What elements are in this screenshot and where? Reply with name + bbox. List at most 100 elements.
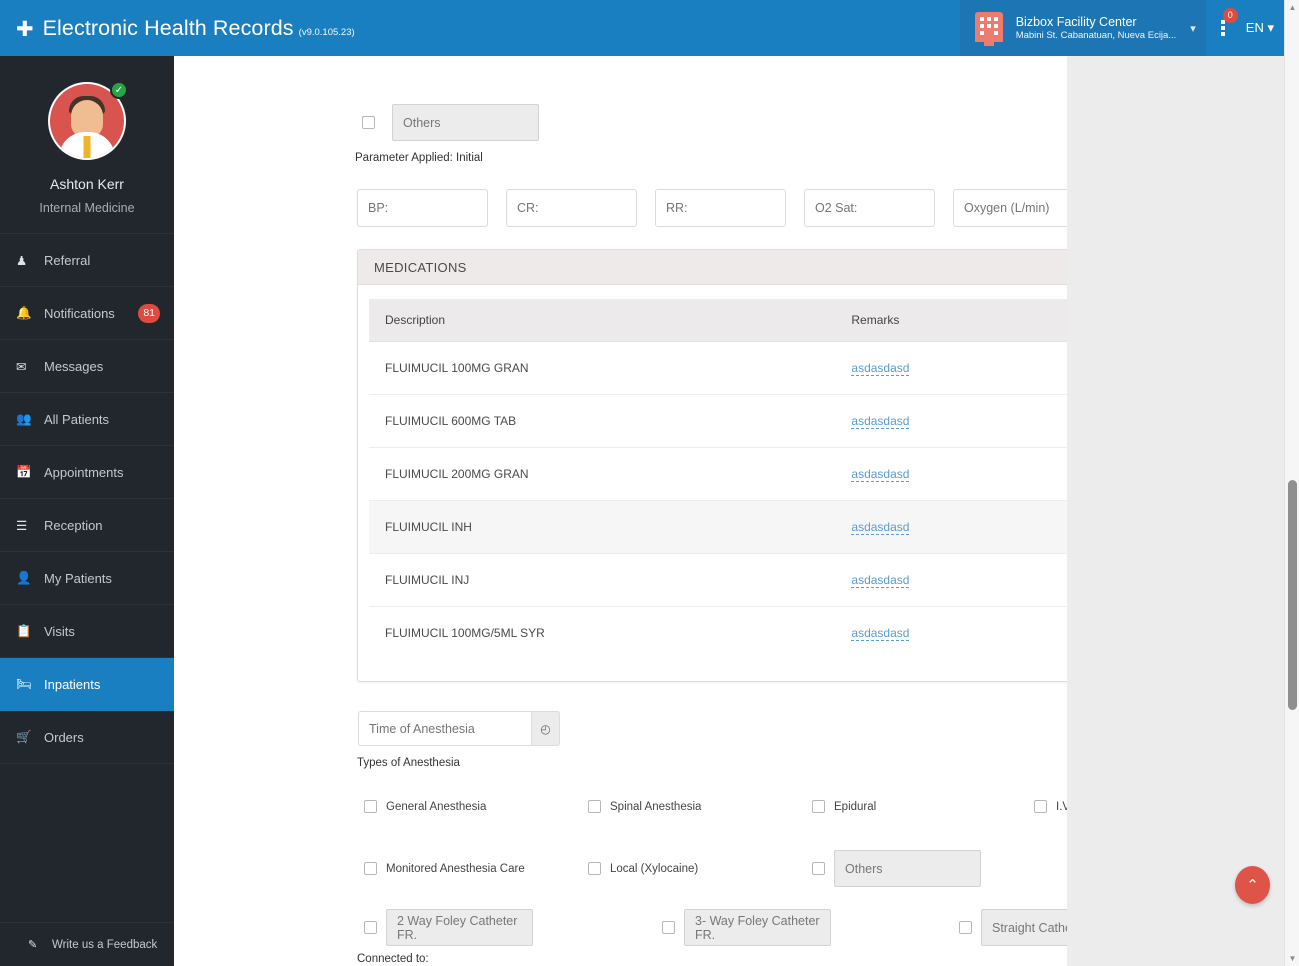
brand: ✚ Electronic Health Records (v9.0.105.23…: [0, 16, 355, 41]
anesthesia-item-epidural: Epidural: [812, 800, 1034, 813]
scroll-to-top-button[interactable]: ⌃: [1235, 866, 1270, 904]
remarks-link[interactable]: asdasdasd: [851, 520, 910, 535]
anesthesia-field-others[interactable]: Others: [834, 850, 981, 887]
header-right: Bizbox Facility Center Mabini St. Cabana…: [959, 0, 1288, 56]
app-header: ✚ Electronic Health Records (v9.0.105.23…: [0, 0, 1288, 56]
overflow-menu-button[interactable]: 0: [1206, 0, 1240, 56]
sidebar-item-inpatients[interactable]: 🛏 Inpatients: [0, 658, 174, 711]
catheter-field-3-way-foley-catheter-fr[interactable]: 3- Way Foley Catheter FR.: [684, 909, 831, 946]
catheter-field-2-way-foley-catheter-fr[interactable]: 2 Way Foley Catheter FR.: [386, 909, 533, 946]
table-row[interactable]: FLUIMUCIL INH asdasdasd: [369, 500, 1067, 554]
bed-icon: 🛏: [16, 676, 32, 691]
catheter-checkbox-2-way-foley-catheter-fr[interactable]: [364, 921, 377, 934]
user-icon: 👤: [16, 570, 32, 585]
sidebar-item-notifications[interactable]: 🔔 Notifications 81: [0, 287, 174, 340]
sidebar-item-messages[interactable]: ✉ Messages: [0, 340, 174, 393]
catheter-field-straight-catheter-fr[interactable]: Straight Catheter FR.: [981, 909, 1067, 946]
feedback-label: Write us a Feedback: [52, 938, 158, 951]
cr-input[interactable]: [506, 189, 637, 227]
sidebar-item-all-patients[interactable]: 👥 All Patients: [0, 393, 174, 446]
page-scrollbar[interactable]: ▲ ▼: [1284, 0, 1299, 966]
app-version: (v9.0.105.23): [298, 26, 355, 38]
sidebar-item-appointments[interactable]: 📅 Appointments: [0, 446, 174, 499]
sidebar-item-reception[interactable]: ☰ Reception: [0, 499, 174, 552]
plus-medical-icon: ✚: [16, 17, 34, 41]
users-group-icon: 👥: [16, 411, 32, 426]
chevron-down-icon[interactable]: ▾: [1190, 22, 1196, 35]
anesthesia-item-local-xylocaine: Local (Xylocaine): [588, 850, 812, 887]
catheter-checkbox-3-way-foley-catheter-fr[interactable]: [662, 921, 675, 934]
vertical-dots-icon: [1220, 20, 1225, 36]
others-field[interactable]: Others: [392, 104, 539, 141]
sidebar-item-visits[interactable]: 📋 Visits: [0, 605, 174, 658]
table-row[interactable]: FLUIMUCIL 100MG GRAN asdasdasd: [369, 341, 1067, 395]
sidebar: ✓ Ashton Kerr Internal Medicine ♟ Referra…: [0, 56, 174, 966]
facility-logo-icon: [972, 10, 1006, 46]
table-row[interactable]: FLUIMUCIL 100MG/5ML SYR asdasdasd: [369, 607, 1067, 660]
sidebar-item-referral[interactable]: ♟ Referral: [0, 234, 174, 287]
sidebar-item-orders[interactable]: 🛒 Orders: [0, 711, 174, 764]
feedback-link[interactable]: ✎ Write us a Feedback: [0, 922, 174, 966]
table-row[interactable]: FLUIMUCIL 200MG GRAN asdasdasd: [369, 447, 1067, 501]
anesthesia-label: General Anesthesia: [386, 800, 487, 813]
medication-description: FLUIMUCIL 100MG/5ML SYR: [385, 626, 545, 640]
column-header: Description: [369, 299, 836, 342]
bp-input[interactable]: [357, 189, 488, 227]
sidebar-item-label: Messages: [44, 358, 104, 374]
medications-panel-title: MEDICATIONS: [374, 259, 467, 275]
notification-count-badge: 0: [1222, 8, 1238, 23]
remarks-link[interactable]: asdasdasd: [851, 467, 910, 482]
catheter-checkbox-straight-catheter-fr[interactable]: [959, 921, 972, 934]
rr-input[interactable]: [655, 189, 786, 227]
time-of-anesthesia-input[interactable]: [358, 711, 531, 746]
table-row[interactable]: FLUIMUCIL INJ asdasdasd: [369, 553, 1067, 607]
clipboard-icon: 📋: [16, 623, 32, 638]
medication-remarks-cell: asdasdasd: [835, 500, 1067, 554]
medication-description: FLUIMUCIL 200MG GRAN: [369, 447, 836, 501]
scrollbar-down-arrow[interactable]: ▼: [1285, 951, 1299, 966]
remarks-link[interactable]: asdasdasd: [851, 361, 910, 376]
clock-icon[interactable]: ◴: [531, 711, 560, 746]
check-badge-icon: ✓: [110, 81, 128, 99]
anesthesia-label: I.V Sedation: [1056, 800, 1067, 813]
remarks-link[interactable]: asdasdasd: [851, 626, 910, 641]
anesthesia-checkbox-local-xylocaine[interactable]: [588, 862, 601, 875]
anesthesia-item-i-v-sedation: I.V Sedation: [1034, 800, 1067, 813]
sidebar-item-label: Orders: [44, 729, 84, 745]
profile-block: ✓ Ashton Kerr Internal Medicine: [0, 56, 174, 233]
oxygen-input[interactable]: [953, 189, 1067, 227]
scrollbar-thumb[interactable]: [1288, 480, 1297, 710]
anesthesia-checkbox-i-v-sedation[interactable]: [1034, 800, 1047, 813]
facility-selector[interactable]: Bizbox Facility Center Mabini St. Cabana…: [959, 0, 1206, 56]
anesthesia-checkbox-others[interactable]: [812, 862, 825, 875]
o2sat-input[interactable]: [804, 189, 935, 227]
sidebar-item-label: All Patients: [44, 411, 110, 427]
others-checkbox[interactable]: [362, 116, 375, 129]
app-title: Electronic Health Records: [42, 15, 294, 40]
scrollbar-up-arrow[interactable]: ▲: [1285, 0, 1299, 15]
anesthesia-types-grid: General Anesthesia Spinal Anesthesia Epidu…: [364, 800, 1067, 887]
language-selector[interactable]: EN ▾: [1240, 20, 1288, 36]
sidebar-item-label: Visits: [44, 623, 75, 639]
vitals-row: [357, 189, 1067, 227]
calendar-icon: 📅: [16, 464, 32, 479]
parameter-applied-label: Parameter Applied: Initial: [355, 152, 483, 164]
anesthesia-item-others: Others: [812, 850, 1034, 887]
profile-name: Ashton Kerr: [50, 176, 124, 192]
remarks-link[interactable]: asdasdasd: [851, 414, 910, 429]
anesthesia-checkbox-epidural[interactable]: [812, 800, 825, 813]
table-row[interactable]: FLUIMUCIL 600MG TAB asdasdasd: [369, 394, 1067, 448]
remarks-link[interactable]: asdasdasd: [851, 573, 910, 588]
anesthesia-checkbox-spinal-anesthesia[interactable]: [588, 800, 601, 813]
anesthesia-checkbox-general-anesthesia[interactable]: [364, 800, 377, 813]
avatar[interactable]: ✓: [48, 81, 128, 160]
table-header-row: Description Remarks: [369, 299, 1067, 342]
anesthesia-label: Local (Xylocaine): [610, 862, 699, 875]
catheters-grid: 2 Way Foley Catheter FR. 3- Way Foley Cat…: [364, 909, 1067, 946]
medication-remarks-cell: asdasdasd: [835, 341, 1067, 395]
medications-panel-body: Description Remarks FLUIMUCIL 100MG GRAN a…: [358, 285, 1067, 681]
anesthesia-label: Spinal Anesthesia: [610, 800, 702, 813]
anesthesia-checkbox-monitored-anesthesia-care[interactable]: [364, 862, 377, 875]
sidebar-item-my-patients[interactable]: 👤 My Patients: [0, 552, 174, 605]
medications-panel-header[interactable]: MEDICATIONS ⌄: [358, 250, 1067, 285]
